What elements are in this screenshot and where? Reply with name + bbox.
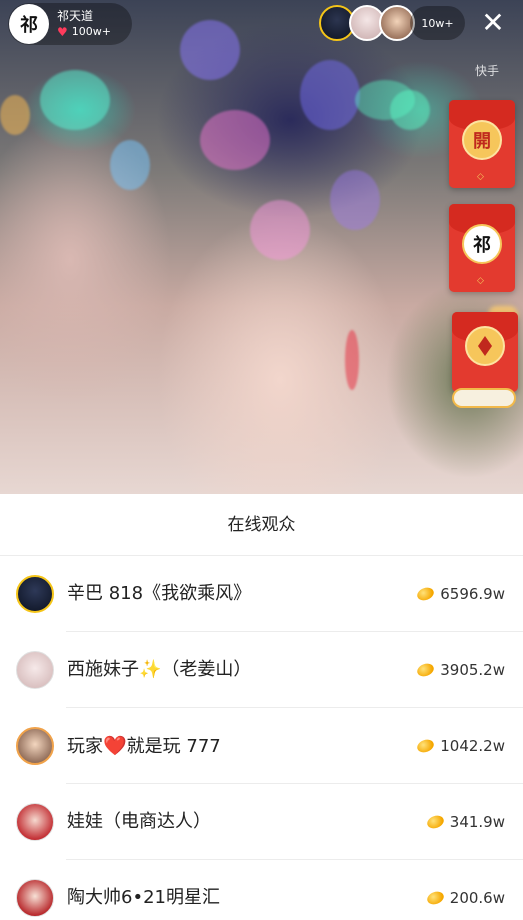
audience-row[interactable]: 玩家❤️就是玩 777 1042.2w <box>0 708 523 784</box>
firework-effect <box>250 200 310 260</box>
host-portrait-icon: 祁 <box>462 224 502 264</box>
viewer-avatar[interactable] <box>16 879 54 917</box>
viewer-coin-amount: 3905.2w <box>440 661 505 679</box>
host-info-pill[interactable]: 祁 祁天道 ♥ 100w+ <box>8 3 132 45</box>
firework-effect <box>390 90 430 130</box>
viewer-name-prefix: 西施妹子 <box>67 659 139 680</box>
close-icon[interactable]: ✕ <box>478 9 508 39</box>
viewer-avatar[interactable] <box>16 575 54 613</box>
live-video-stream[interactable]: 祁 祁天道 ♥ 100w+ 10w+ ✕ 快手 開 ◇ 祁 ◇ <box>0 0 523 494</box>
coin-icon <box>425 889 446 907</box>
envelope-decoration-icon: ◇ <box>477 172 484 182</box>
firework-effect <box>110 140 150 190</box>
viewer-coin-amount: 341.9w <box>449 813 505 831</box>
diamond-icon <box>465 326 505 366</box>
sparkles-icon: ✨ <box>139 659 162 680</box>
viewer-name: 西施妹子✨（老姜山） <box>67 632 251 708</box>
envelope-label: 開 <box>473 131 491 152</box>
envelope-label: 祁 <box>473 235 491 256</box>
viewer-coin-amount: 200.6w <box>449 889 505 907</box>
viewer-name: 娃娃（电商达人） <box>67 811 211 832</box>
heart-icon: ❤️ <box>103 735 127 757</box>
host-avatar[interactable]: 祁 <box>9 4 49 44</box>
host-likes-count: 100w+ <box>71 25 111 38</box>
audience-row[interactable]: 娃娃（电商达人） 341.9w <box>0 784 523 860</box>
audience-row[interactable]: 陶大帅6•21明星汇 200.6w <box>0 860 523 920</box>
top-viewers-list[interactable] <box>319 5 415 41</box>
audience-row[interactable]: 西施妹子✨（老姜山） 3905.2w <box>0 632 523 708</box>
viewer-coins: 1042.2w <box>415 708 505 784</box>
viewer-coins: 6596.9w <box>415 556 505 632</box>
viewer-name: 陶大帅6•21明星汇 <box>67 887 220 908</box>
viewer-name-suffix: 就是玩 777 <box>126 736 221 757</box>
heart-icon: ♥ <box>57 25 68 39</box>
host-meta: 祁天道 ♥ 100w+ <box>57 8 111 40</box>
viewer-coins: 341.9w <box>425 784 505 860</box>
open-envelope-icon: 開 <box>462 120 502 160</box>
viewer-avatar[interactable] <box>16 651 54 689</box>
earphone-cable <box>345 330 359 390</box>
host-likes: ♥ 100w+ <box>57 24 111 40</box>
viewer-name-suffix: （老姜山） <box>161 659 252 680</box>
coin-icon <box>415 661 436 679</box>
firework-effect <box>330 170 380 230</box>
firework-effect <box>180 20 240 80</box>
diamond-shape <box>478 336 492 356</box>
red-envelope-diamond[interactable] <box>452 312 518 392</box>
viewer-name-prefix: 玩家 <box>67 736 103 757</box>
viewer-count-badge[interactable]: 10w+ <box>410 6 465 40</box>
coin-icon <box>425 813 446 831</box>
panel-title: 在线观众 <box>0 494 523 556</box>
red-envelope-host[interactable]: 祁 ◇ <box>449 204 515 292</box>
red-envelope-open[interactable]: 開 ◇ <box>449 100 515 188</box>
viewer-name: 玩家❤️就是玩 777 <box>67 708 221 784</box>
coin-icon <box>415 585 436 603</box>
envelope-decoration-icon: ◇ <box>477 276 484 286</box>
viewer-coin-amount: 1042.2w <box>440 737 505 755</box>
firework-effect <box>40 70 110 130</box>
firework-effect <box>300 60 360 130</box>
viewer-avatar[interactable] <box>16 803 54 841</box>
host-avatar-glyph: 祁 <box>20 15 38 36</box>
brand-watermark: 快手 <box>475 64 500 78</box>
firework-effect <box>0 95 30 135</box>
coin-icon <box>415 737 436 755</box>
viewer-coins: 3905.2w <box>415 632 505 708</box>
viewer-avatar[interactable] <box>16 727 54 765</box>
envelope-countdown-tag <box>452 388 516 408</box>
viewer-coins: 200.6w <box>425 860 505 920</box>
host-name: 祁天道 <box>57 9 94 23</box>
firework-effect <box>200 110 270 170</box>
audience-row[interactable]: 辛巴 818《我欲乘风》 6596.9w <box>0 556 523 632</box>
viewer-coin-amount: 6596.9w <box>440 585 505 603</box>
viewer-name: 辛巴 818《我欲乘风》 <box>67 583 252 604</box>
online-audience-panel: 在线观众 辛巴 818《我欲乘风》 6596.9w 西施妹子✨（老姜山） 390… <box>0 494 523 920</box>
